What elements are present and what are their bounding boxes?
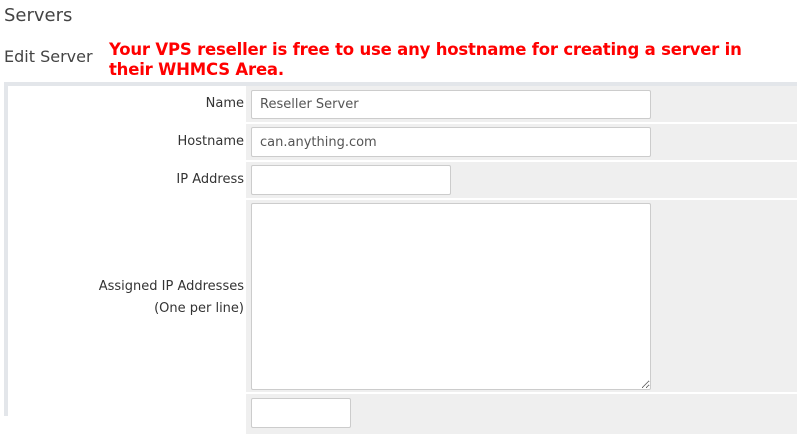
section-title: Edit Server: [4, 47, 93, 66]
edit-server-form: Name Hostname IP Address Assigned IP Add…: [4, 82, 797, 434]
ip-address-label: IP Address: [176, 172, 244, 187]
assigned-ips-label-line1: Assigned IP Addresses: [98, 279, 244, 294]
annotation-text: Your VPS reseller is free to use any hos…: [109, 40, 742, 79]
assigned-ips-label-line2: (One per line): [154, 301, 244, 316]
ip-address-input[interactable]: [251, 165, 451, 195]
assigned-ips-textarea[interactable]: [251, 203, 651, 390]
name-label: Name: [205, 96, 244, 111]
row-name: Name: [8, 86, 797, 122]
row-hostname: Hostname: [8, 124, 797, 160]
row-assigned-ips: Assigned IP Addresses (One per line): [8, 200, 797, 392]
hostname-label: Hostname: [177, 134, 244, 149]
hostname-input[interactable]: [251, 127, 651, 157]
assigned-ips-label: Assigned IP Addresses (One per line): [99, 276, 244, 320]
next-field-input[interactable]: [251, 398, 351, 428]
row-ip-address: IP Address: [8, 162, 797, 198]
page-title: Servers: [4, 5, 73, 26]
row-next: [8, 394, 797, 434]
name-input[interactable]: [251, 90, 651, 119]
